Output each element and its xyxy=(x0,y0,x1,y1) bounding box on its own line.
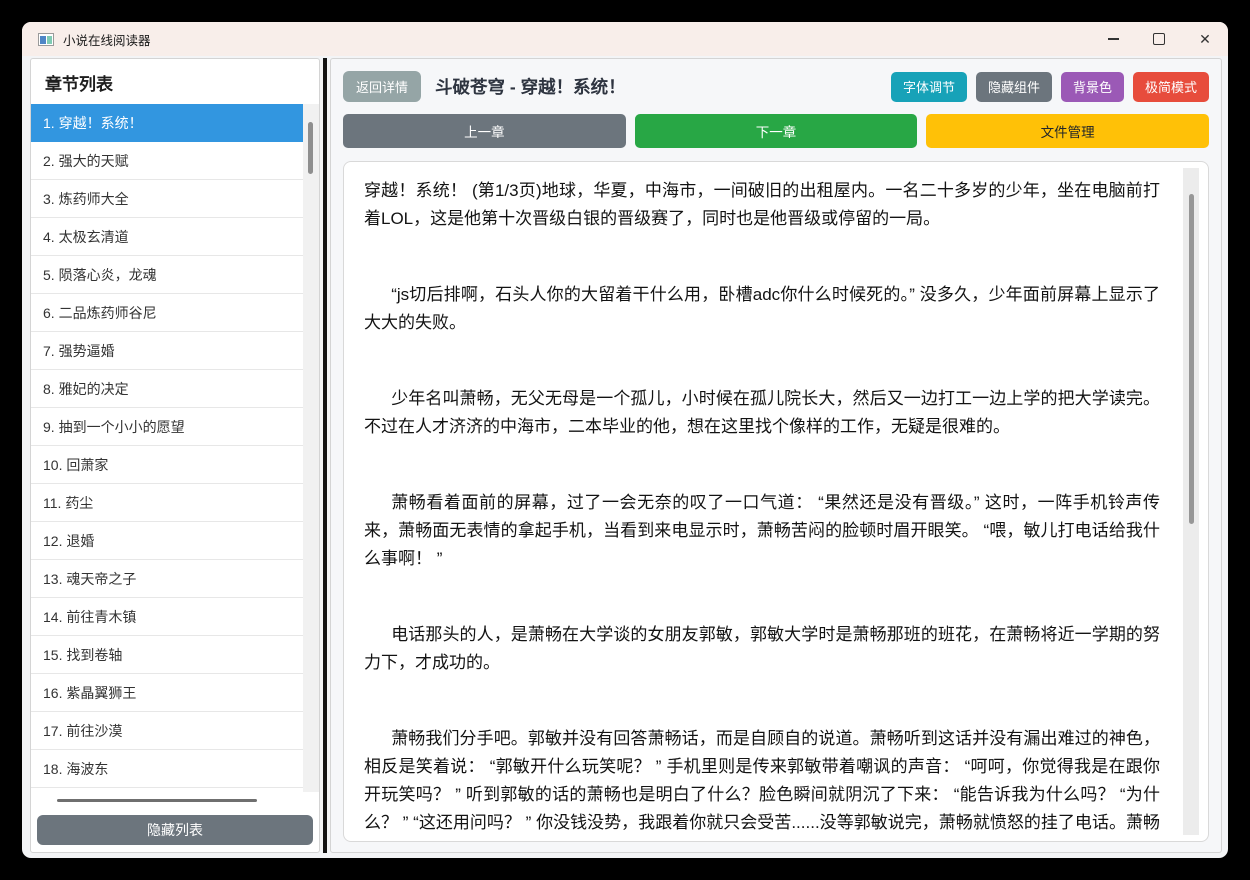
chapter-sidebar: 章节列表 1. 穿越！系统！ 2. 强大的天赋 3. 炼药师大全 4. 太极玄清道 5.… xyxy=(30,58,320,853)
chapter-scroll-area: 1. 穿越！系统！ 2. 强大的天赋 3. 炼药师大全 4. 太极玄清道 5. 陨落心炎… xyxy=(31,104,303,792)
minimize-button[interactable] xyxy=(1090,22,1136,56)
chapter-item-11[interactable]: 11. 药尘 xyxy=(31,484,303,522)
reader-toolbar: 字体调节 隐藏组件 背景色 极简模式 xyxy=(890,71,1209,102)
chapter-item-12[interactable]: 12. 退婚 xyxy=(31,522,303,560)
paragraph-5: 电话那头的人，是萧畅在大学谈的女朋友郭敏，郭敏大学时是萧畅那班的班花，在萧畅将近… xyxy=(364,625,1160,672)
chapter-nav: 上一章 下一章 文件管理 xyxy=(343,114,1210,148)
maximize-button[interactable] xyxy=(1136,22,1182,56)
window-controls: ✕ xyxy=(1090,22,1228,56)
reader-content-card: 穿越！系统！ (第1/3页)地球，华夏，中海市，一间破旧的出租屋内。一名二十多岁… xyxy=(343,161,1209,842)
chapter-item-5[interactable]: 5. 陨落心炎，龙魂 xyxy=(31,256,303,294)
chapter-item-9[interactable]: 9. 抽到一个小小的愿望 xyxy=(31,408,303,446)
chapter-list-vertical-scrollbar-thumb[interactable] xyxy=(308,122,313,174)
close-icon: ✕ xyxy=(1199,31,1211,47)
paragraph-4: 萧畅看着面前的屏幕，过了一会无奈的叹了一口气道： “果然还是没有晋级。” 这时，… xyxy=(364,493,1160,568)
reader-vertical-scrollbar-thumb[interactable] xyxy=(1189,194,1194,524)
minimize-icon xyxy=(1107,38,1119,40)
toolbar-button-2[interactable]: 隐藏组件 xyxy=(975,71,1052,102)
hide-list-button[interactable]: 隐藏列表 xyxy=(37,815,313,845)
chapter-title: 斗破苍穹 - 穿越！系统！ xyxy=(435,77,626,97)
next-chapter-button[interactable]: 下一章 xyxy=(634,114,918,148)
maximize-icon xyxy=(1153,33,1165,45)
close-button[interactable]: ✕ xyxy=(1182,22,1228,56)
titlebar: 小说在线阅读器 ✕ xyxy=(22,22,1228,56)
chapter-list-heading: 章节列表 xyxy=(45,75,113,94)
chapter-item-3[interactable]: 3. 炼药师大全 xyxy=(31,180,303,218)
chapter-item-7[interactable]: 7. 强势逼婚 xyxy=(31,332,303,370)
chapter-item-17[interactable]: 17. 前往沙漠 xyxy=(31,712,303,750)
panel-splitter xyxy=(323,58,327,853)
reader-header: 返回详情 斗破苍穹 - 穿越！系统！ 字体调节 隐藏组件 背景色 极简模式 xyxy=(343,71,1209,102)
file-manager-button[interactable]: 文件管理 xyxy=(926,114,1210,148)
paragraph-1: 穿越！系统！ (第1/3页)地球，华夏，中海市，一间破旧的出租屋内。一名二十多岁… xyxy=(364,181,1160,228)
app-body: 章节列表 1. 穿越！系统！ 2. 强大的天赋 3. 炼药师大全 4. 太极玄清道 5.… xyxy=(22,56,1228,858)
chapter-list-vertical-scrollbar[interactable] xyxy=(303,104,319,792)
paragraph-2: “js切后排啊，石头人你的大留着干什么用，卧槽adc你什么时候死的。” 没多久，… xyxy=(364,285,1160,332)
chapter-item-14[interactable]: 14. 前往青木镇 xyxy=(31,598,303,636)
chapter-list-horizontal-scrollbar[interactable] xyxy=(31,792,303,808)
toolbar-button-4[interactable]: 极简模式 xyxy=(1132,71,1209,102)
chapter-item-13[interactable]: 13. 魂天帝之子 xyxy=(31,560,303,598)
chapter-item-2[interactable]: 2. 强大的天赋 xyxy=(31,142,303,180)
novel-text: 穿越！系统！ (第1/3页)地球，华夏，中海市，一间破旧的出租屋内。一名二十多岁… xyxy=(364,177,1160,833)
chapter-item-16[interactable]: 16. 紫晶翼狮王 xyxy=(31,674,303,712)
app-icon xyxy=(38,32,54,46)
chapter-item-4[interactable]: 4. 太极玄清道 xyxy=(31,218,303,256)
chapter-item-8[interactable]: 8. 雅妃的决定 xyxy=(31,370,303,408)
reader-panel: 返回详情 斗破苍穹 - 穿越！系统！ 字体调节 隐藏组件 背景色 极简模式 上一章 下… xyxy=(330,58,1222,853)
paragraph-6: 萧畅我们分手吧。郭敏并没有回答萧畅话，而是自顾自的说道。萧畅听到这话并没有漏出难… xyxy=(364,729,1160,832)
chapter-item-15[interactable]: 15. 找到卷轴 xyxy=(31,636,303,674)
chapter-item-18[interactable]: 18. 海波东 xyxy=(31,750,303,788)
chapter-item-6[interactable]: 6. 二品炼药师谷尼 xyxy=(31,294,303,332)
chapter-list-horizontal-scrollbar-thumb[interactable] xyxy=(57,799,257,802)
toolbar-button-1[interactable]: 字体调节 xyxy=(890,71,967,102)
back-to-details-button[interactable]: 返回详情 xyxy=(343,71,422,102)
toolbar-button-3[interactable]: 背景色 xyxy=(1060,71,1124,102)
prev-chapter-button[interactable]: 上一章 xyxy=(343,114,626,148)
chapter-item-10[interactable]: 10. 回萧家 xyxy=(31,446,303,484)
window-title: 小说在线阅读器 xyxy=(63,33,151,48)
chapter-item-1[interactable]: 1. 穿越！系统！ xyxy=(31,104,303,142)
reader-vertical-scrollbar[interactable] xyxy=(1183,168,1199,835)
chapter-list: 1. 穿越！系统！ 2. 强大的天赋 3. 炼药师大全 4. 太极玄清道 5. 陨落心炎… xyxy=(31,104,319,808)
app-window: 小说在线阅读器 ✕ 章节列表 1. 穿越！系统！ 2. 强大的天赋 3. 炼药师大全… xyxy=(22,22,1228,858)
paragraph-3: 少年名叫萧畅，无父无母是一个孤儿，小时候在孤儿院长大，然后又一边打工一边上学的把… xyxy=(364,389,1160,436)
